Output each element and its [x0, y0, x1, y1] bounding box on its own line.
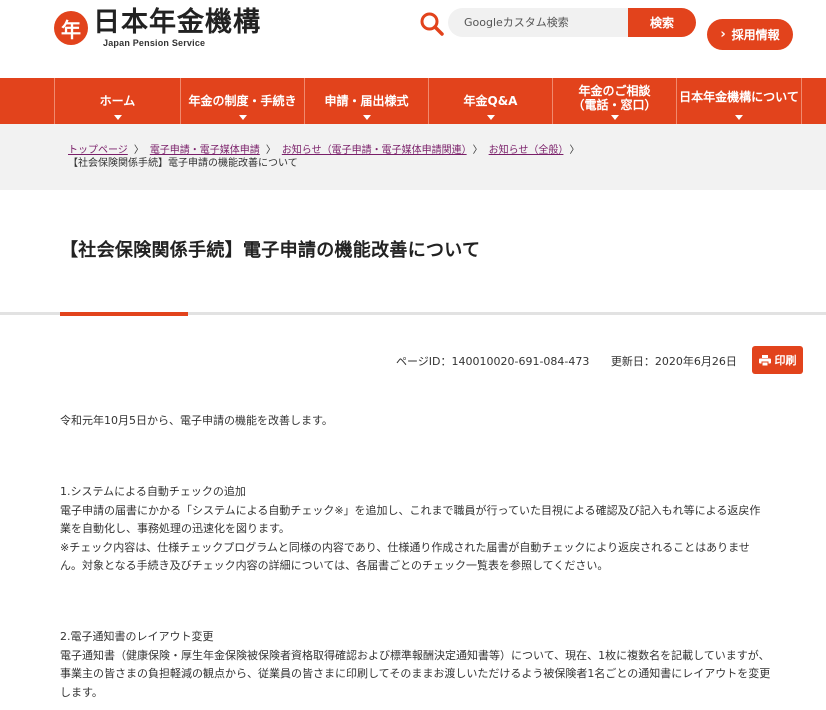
breadcrumb-separator: 〉 [569, 145, 580, 156]
caret-down-icon [362, 115, 371, 120]
section-text-line: します。 [60, 685, 103, 699]
page-id: ページID：140010020-691-084-473 [396, 355, 590, 368]
breadcrumb-link-top[interactable]: トップページ [68, 145, 128, 156]
section-text-line: 電子申請の届書にかかる「システムによる自動チェック※」を追加し、これまで職員が行… [60, 503, 761, 517]
section-layout-change: 2.電子通知書のレイアウト変更 電子通知書（健康保険・厚生年金保険被保険者資格取… [60, 628, 800, 702]
caret-down-icon [735, 115, 743, 120]
search-icon [420, 12, 444, 36]
printer-icon [758, 354, 771, 366]
section-text-line: ※チェック内容は、仕様チェックプログラムと同様の内容であり、仕様通り作成された届… [60, 540, 750, 554]
nav-item-forms[interactable]: 申請・届出様式 [304, 78, 428, 124]
intro-text: 令和元年10月5日から、電子申請の機能を改善します。 [60, 414, 333, 427]
section-text-line: 業を自動化し、事務処理の迅速化を図ります。 [60, 522, 290, 535]
nav-label: 年金Q&A [463, 94, 518, 108]
breadcrumb-link-notices-general[interactable]: お知らせ（全般） [489, 145, 564, 156]
page-meta: ページID：140010020-691-084-473 更新日：2020年6月2… [396, 353, 755, 369]
breadcrumb-separator: 〉 [265, 145, 276, 156]
nav-label: 申請・届出様式 [324, 94, 409, 108]
caret-down-icon [486, 115, 495, 120]
chevron-right-icon: › [720, 27, 726, 42]
section-text-line: ん。対象となる手続き及びチェック内容の詳細については、各届書ごとのチェック一覧表… [60, 559, 609, 572]
page-title: 【社会保険関係手続】電子申請の機能改善について [60, 240, 481, 261]
recruit-button[interactable]: › 採用情報 [707, 19, 793, 50]
intro-paragraph: 令和元年10月5日から、電子申請の機能を改善します。 [60, 412, 800, 431]
caret-down-icon [113, 115, 122, 120]
section-text-line: 電子通知書（健康保険・厚生年金保険被保険者資格取得確認および標準報酬決定通知書等… [60, 648, 770, 662]
caret-down-icon [238, 115, 247, 120]
logo-english: Japan Pension Service [103, 38, 206, 48]
breadcrumb-link-notices-e-application[interactable]: お知らせ（電子申請・電子媒体申請関連） [282, 145, 467, 156]
breadcrumb-separator: 〉 [133, 145, 144, 156]
logo-text: 日本年金機構 Japan Pension Service [93, 7, 261, 49]
print-label: 印刷 [774, 354, 797, 367]
logo-japanese: 日本年金機構 [93, 7, 261, 38]
section-heading: 2.電子通知書のレイアウト変更 [60, 630, 214, 643]
nav-item-home[interactable]: ホーム [54, 78, 180, 124]
logo-emblem-icon: 年 [54, 11, 88, 45]
site-logo[interactable]: 年 日本年金機構 Japan Pension Service [54, 8, 261, 48]
global-nav: ホーム 年金の制度・手続き 申請・届出様式 年金Q&A 年金のご相談 （電話・窓… [0, 78, 826, 124]
updated-date: 更新日：2020年6月26日 [610, 355, 737, 368]
section-heading: 1.システムによる自動チェックの追加 [60, 485, 246, 498]
nav-label: 日本年金機構について [679, 90, 799, 104]
nav-label-line2: （電話・窓口） [572, 98, 657, 112]
nav-label: ホーム [99, 94, 136, 108]
breadcrumb-separator: 〉 [472, 145, 483, 156]
breadcrumb: トップページ〉電子申請・電子媒体申請〉お知らせ（電子申請・電子媒体申請関連）〉お… [68, 144, 768, 170]
nav-label: 年金の制度・手続き [188, 94, 297, 108]
title-divider-accent [60, 312, 188, 316]
site-header: 年 日本年金機構 Japan Pension Service 検索 › 採用情報 [0, 0, 826, 78]
print-button[interactable]: 印刷 [752, 346, 803, 374]
breadcrumb-current: 【社会保険関係手続】電子申請の機能改善について [68, 158, 298, 169]
nav-item-consultation[interactable]: 年金のご相談 （電話・窓口） [552, 78, 676, 124]
search-input[interactable] [448, 8, 630, 37]
nav-item-about[interactable]: 日本年金機構について [676, 78, 802, 124]
section-text-line: 事業主の皆さまの負担軽減の観点から、従業員の皆さまに印刷してそのままお渡しいただ… [60, 667, 771, 680]
breadcrumb-band: トップページ〉電子申請・電子媒体申請〉お知らせ（電子申請・電子媒体申請関連）〉お… [0, 124, 826, 190]
nav-item-qa[interactable]: 年金Q&A [428, 78, 552, 124]
nav-label-line1: 年金のご相談 [578, 84, 651, 98]
breadcrumb-link-e-application[interactable]: 電子申請・電子媒体申請 [150, 145, 260, 156]
search-button[interactable]: 検索 [628, 8, 696, 37]
recruit-label: 採用情報 [731, 28, 780, 42]
caret-down-icon [610, 115, 619, 120]
nav-item-system[interactable]: 年金の制度・手続き [180, 78, 304, 124]
section-auto-check: 1.システムによる自動チェックの追加 電子申請の届書にかかる「システムによる自動… [60, 483, 800, 576]
